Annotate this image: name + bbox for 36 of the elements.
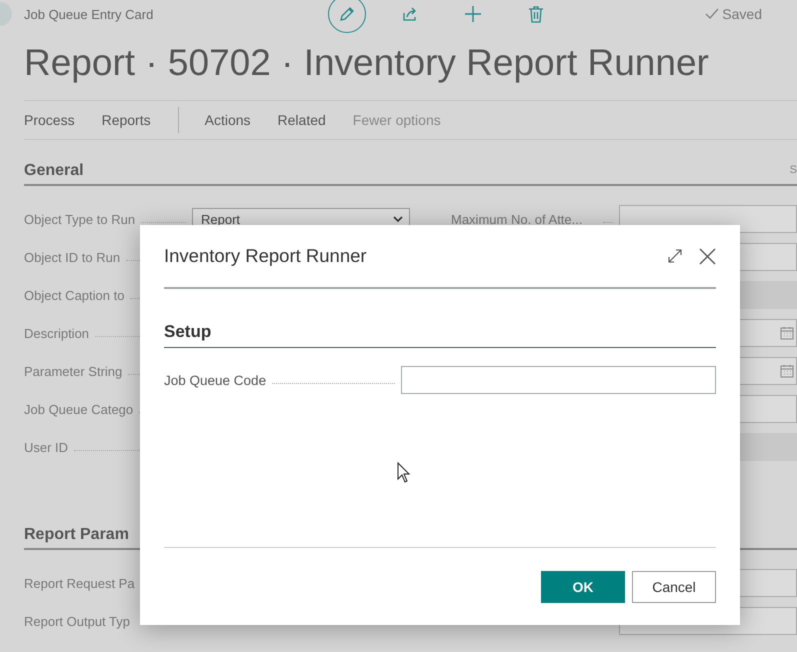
trash-icon xyxy=(528,5,544,23)
field-label: Job Queue Code xyxy=(164,372,266,388)
plus-icon xyxy=(464,5,482,23)
field-label: Object Caption to xyxy=(24,288,124,302)
field-label: Parameter String xyxy=(24,364,122,378)
section-title[interactable]: Setup xyxy=(164,322,716,348)
expand-icon[interactable] xyxy=(667,248,683,264)
field-label: Description xyxy=(24,326,90,340)
field-label: Report Output Typ xyxy=(24,614,130,628)
action-menu[interactable]: Reports xyxy=(102,112,151,128)
field-label: Report Request Pa xyxy=(24,576,135,590)
cancel-button[interactable]: Cancel xyxy=(632,570,716,602)
section-title[interactable]: General xyxy=(24,162,84,184)
close-icon[interactable] xyxy=(699,248,716,264)
check-icon xyxy=(705,8,720,20)
pencil-icon xyxy=(338,5,356,23)
input-field[interactable] xyxy=(401,366,716,394)
field-label: Job Queue Catego xyxy=(24,402,134,416)
action-menu[interactable]: Process xyxy=(24,112,75,128)
edit-button[interactable] xyxy=(328,0,366,33)
ok-button[interactable]: OK xyxy=(541,570,625,602)
chevron-down-icon xyxy=(393,216,403,222)
breadcrumb: Job Queue Entry Card xyxy=(24,6,154,22)
calendar-icon xyxy=(780,364,794,378)
saved-status: Saved xyxy=(722,6,762,22)
field-label: Object Type to Run xyxy=(24,212,136,226)
mouse-cursor-icon xyxy=(397,462,411,483)
calendar-icon xyxy=(780,326,794,340)
field-label: Maximum No. of Atte... xyxy=(451,212,584,226)
section-title[interactable]: Report Param xyxy=(24,526,129,548)
field-label: Object ID to Run xyxy=(24,250,120,264)
field-label: User ID xyxy=(24,440,68,454)
dialog-title: Inventory Report Runner xyxy=(164,245,367,267)
action-menu[interactable]: Actions xyxy=(204,112,251,128)
action-menu[interactable]: Related xyxy=(278,112,326,128)
page-title: Report · 50702 · Inventory Report Runner xyxy=(24,41,710,85)
